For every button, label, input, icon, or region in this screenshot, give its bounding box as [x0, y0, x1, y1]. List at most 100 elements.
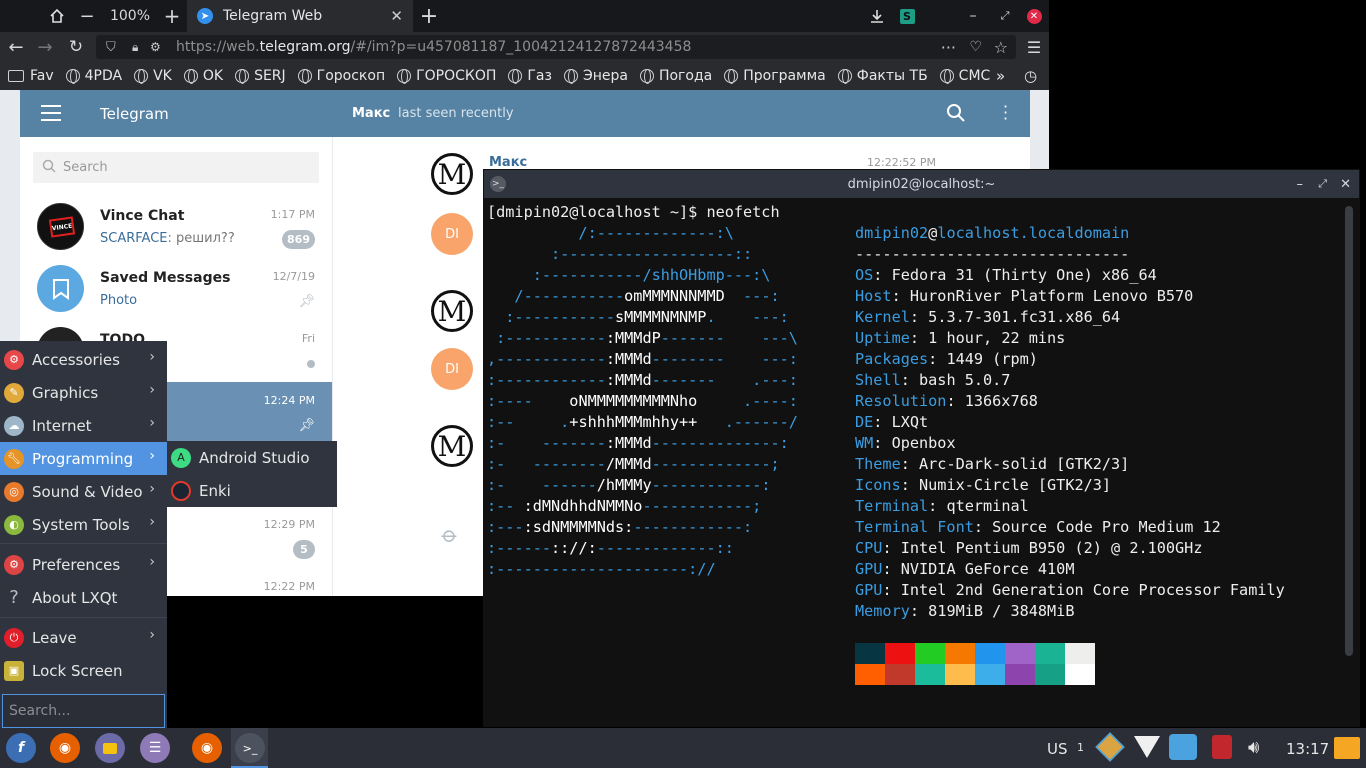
firefox-window-icon[interactable]: ◉ [192, 733, 222, 763]
close-window-icon[interactable]: ✕ [1025, 0, 1043, 32]
tab-telegram-web[interactable]: ➤ Telegram Web ✕ [187, 0, 413, 32]
menu-item-system-tools[interactable]: ◐ System Tools › [0, 508, 167, 541]
bookmark-item[interactable]: VK [134, 68, 172, 84]
menu-item-sound-video[interactable]: ◎ Sound & Video › [0, 475, 167, 508]
avatar[interactable]: DI [431, 348, 473, 390]
clock[interactable]: 13:17 [1286, 740, 1329, 758]
chat-item-saved-messages[interactable]: Saved Messages Photo 12/7/19 📌︎ [20, 258, 332, 320]
extension-icon[interactable]: S [898, 0, 916, 32]
security-tray-icon[interactable] [1212, 735, 1232, 759]
bookmark-item[interactable]: ГОРОСКОП [397, 68, 496, 84]
more-vertical-icon[interactable]: · · · [1003, 99, 1008, 127]
bookmarks-toolbar: Fav 4PDA VK OK SERJ Гороскоп ГОРОСКОП Га… [0, 62, 1049, 90]
pocket-icon[interactable]: ♡ [969, 39, 982, 55]
zoom-out-button[interactable]: − [76, 0, 98, 32]
menu-item-about-lxqt[interactable]: ? About LXQt [0, 581, 167, 614]
bookmark-item[interactable]: Энера [563, 68, 628, 84]
avatar[interactable]: M [431, 153, 473, 195]
minimize-icon[interactable]: – [1297, 177, 1304, 192]
bookmark-item[interactable]: Программа [724, 68, 826, 84]
window-title: dmipin02@localhost:~ [847, 176, 996, 192]
more-bookmarks-icon[interactable]: » [996, 67, 1005, 85]
workspace-indicator[interactable]: 1 [1077, 741, 1084, 754]
chat-item-vince-chat[interactable]: VINCE Vince Chat SCARFACE: решил?? 1:17 … [20, 196, 332, 258]
bookmark-item[interactable]: SERJ [235, 68, 286, 84]
forward-icon[interactable]: → [33, 32, 57, 62]
url-host: telegram.org [259, 39, 351, 55]
menu-item-android-studio[interactable]: A Android Studio [167, 441, 337, 474]
chat-tray-icon[interactable] [1169, 734, 1197, 760]
shield-icon[interactable]: ⛉ [106, 40, 116, 55]
terminal-window: >_ dmipin02@localhost:~ – ⤢ ✕ [dmipin02@… [483, 169, 1360, 727]
bookmark-item[interactable]: Факты ТБ [837, 68, 928, 84]
bookmark-folder-fav[interactable]: Fav [8, 68, 54, 84]
close-tab-icon[interactable]: ✕ [390, 7, 403, 25]
bookmark-item[interactable]: Газ [508, 68, 552, 84]
menu-search-input[interactable]: Search... [2, 694, 165, 728]
avatar[interactable]: M [431, 290, 473, 332]
package-updates-icon[interactable] [1095, 732, 1125, 762]
lock-icon[interactable]: 🔒︎ [132, 40, 138, 55]
reload-icon[interactable]: ↻ [64, 32, 88, 62]
keyboard-layout[interactable]: US [1047, 740, 1068, 758]
menu-item-enki[interactable]: Enki [167, 474, 337, 507]
info-value: bash 5.0.7 [919, 371, 1011, 389]
back-icon[interactable]: ← [4, 32, 28, 62]
page-actions-icon[interactable]: ··· [941, 38, 956, 57]
close-icon[interactable]: ✕ [1340, 177, 1351, 192]
text-editor-icon[interactable]: ☰ [140, 733, 170, 763]
menu-item-preferences[interactable]: ⚙ Preferences › [0, 548, 167, 581]
bookmark-item[interactable]: OK [183, 68, 223, 84]
bookmark-item[interactable]: Погода [639, 68, 712, 84]
menu-icon[interactable]: ☰ [1024, 32, 1044, 62]
application-menu: ⚙ Accessories › ✎ Graphics › ☁ Internet › 🔧︎ Pr… [0, 341, 167, 733]
hamburger-icon[interactable] [41, 105, 61, 121]
download-icon[interactable] [866, 0, 888, 32]
menu-item-internet[interactable]: ☁ Internet › [0, 409, 167, 442]
history-icon[interactable]: ◷ [1024, 67, 1037, 85]
maximize-icon[interactable]: ⤢ [1318, 177, 1327, 191]
permissions-icon[interactable]: ⚙ [150, 40, 161, 54]
pin-icon: 📌︎ [298, 418, 315, 433]
show-desktop-icon[interactable] [1334, 737, 1360, 759]
chevron-right-icon: › [149, 554, 155, 570]
avatar[interactable]: M [431, 425, 473, 467]
color-swatch [975, 643, 1005, 664]
peer-name[interactable]: Макс [352, 106, 390, 121]
fedora-menu-icon[interactable]: f [6, 733, 36, 763]
file-manager-icon[interactable] [95, 733, 125, 763]
bookmark-item[interactable]: 4PDA [65, 68, 122, 84]
message-author[interactable]: Макс [489, 155, 527, 170]
menu-item-graphics[interactable]: ✎ Graphics › [0, 376, 167, 409]
url-bar[interactable]: ⛉ 🔒︎ ⚙ https://web. telegram.org/#/im?p=u… [96, 35, 1016, 59]
zoom-in-button[interactable]: + [160, 0, 184, 32]
zoom-level[interactable]: 100% [104, 0, 156, 32]
search-icon[interactable] [946, 103, 966, 127]
terminal-app-icon[interactable]: >_ [490, 176, 506, 192]
info-key: GPU [855, 560, 883, 578]
menu-item-leave[interactable]: ⏻ Leave › [0, 621, 167, 654]
info-host: localhost.localdomain [937, 224, 1130, 242]
menu-item-lock-screen[interactable]: ▣ Lock Screen [0, 654, 167, 687]
bookmark-item[interactable]: СМС [939, 68, 990, 84]
terminal-content[interactable]: [dmipin02@localhost ~]$ neofetch /:-----… [484, 198, 1359, 726]
terminal-window-task[interactable]: >_ [231, 728, 268, 768]
attach-icon[interactable]: ⌀ [436, 522, 463, 549]
terminal-scrollbar[interactable] [1345, 206, 1353, 656]
minimize-icon[interactable]: – [962, 0, 984, 32]
message-text: : решил?? [167, 231, 235, 246]
volume-icon[interactable]: 🔊︎ [1248, 737, 1259, 758]
network-wifi-icon[interactable] [1134, 736, 1160, 758]
menu-item-programming[interactable]: 🔧︎ Programming › [0, 442, 167, 475]
restore-icon[interactable]: ⤢ [994, 0, 1016, 32]
chat-search-input[interactable]: Search [33, 152, 319, 183]
avatar[interactable]: DI [431, 213, 473, 255]
info-key: Memory [855, 602, 910, 620]
firefox-launcher-icon[interactable]: ◉ [50, 733, 80, 763]
bookmark-item[interactable]: Гороскоп [297, 68, 385, 84]
menu-item-accessories[interactable]: ⚙ Accessories › [0, 343, 167, 376]
new-tab-button[interactable]: + [416, 0, 442, 32]
bookmark-star-icon[interactable]: ☆ [994, 38, 1008, 57]
unread-badge: 869 [282, 230, 315, 249]
home-icon[interactable] [44, 0, 70, 32]
